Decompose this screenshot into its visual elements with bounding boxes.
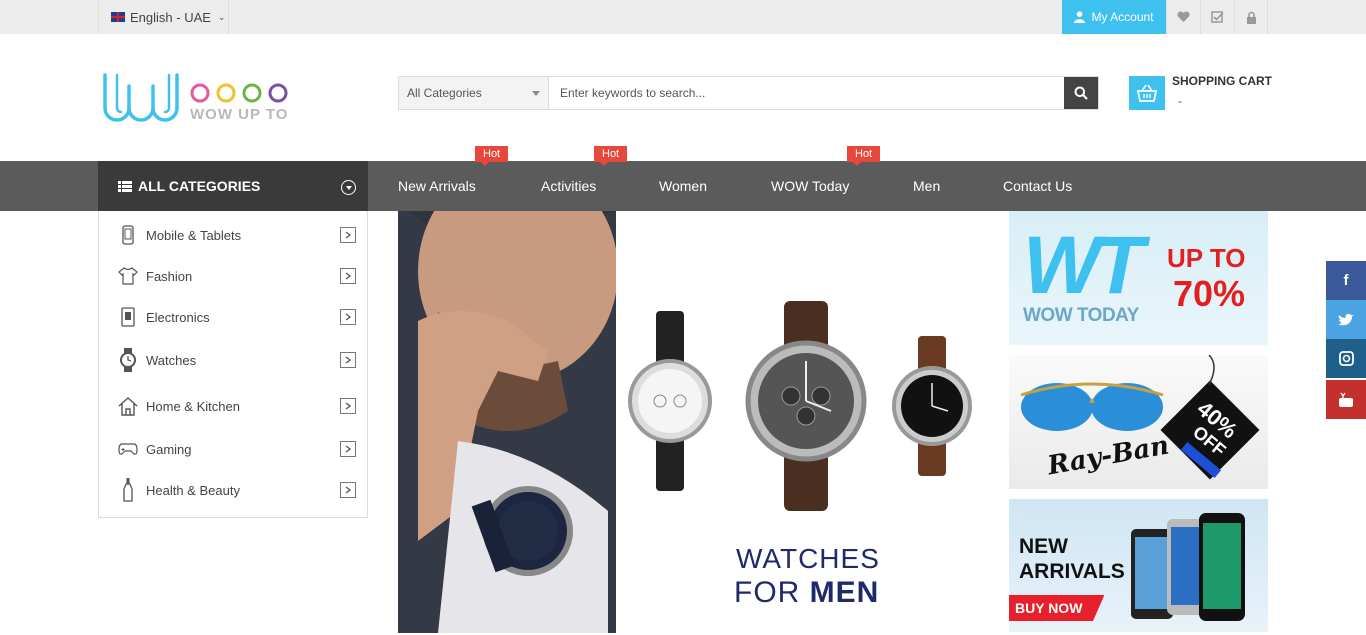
chevron-right-icon[interactable] bbox=[340, 268, 356, 284]
category-item-health-beauty[interactable]: Health & Beauty bbox=[99, 472, 367, 508]
category-item-electronics[interactable]: Electronics bbox=[99, 299, 367, 335]
checklist-icon bbox=[1211, 11, 1224, 23]
hero-title-for: FOR bbox=[734, 576, 810, 609]
language-label: English - UAE bbox=[130, 9, 211, 25]
hot-badge: Hot bbox=[475, 146, 509, 166]
twitter-button[interactable] bbox=[1326, 300, 1366, 339]
chevron-right-icon[interactable] bbox=[340, 441, 356, 457]
nav-new-arrivals[interactable]: New Arrivals bbox=[398, 161, 476, 211]
promo-wow-today[interactable]: WT WOW TODAY UP TO 70% bbox=[1009, 211, 1268, 345]
chevron-down-icon: ⌄ bbox=[217, 11, 226, 22]
chevron-right-icon[interactable] bbox=[340, 309, 356, 325]
chevron-right-icon[interactable] bbox=[340, 482, 356, 498]
cart-button[interactable] bbox=[1129, 76, 1165, 110]
facebook-button[interactable]: f bbox=[1326, 261, 1366, 300]
shirt-icon bbox=[118, 265, 138, 287]
buy-now-badge[interactable]: BUY NOW bbox=[1009, 595, 1105, 621]
category-item-gaming[interactable]: Gaming bbox=[99, 431, 367, 467]
user-icon bbox=[1074, 11, 1086, 23]
all-categories-button[interactable]: ALL CATEGORIES bbox=[98, 161, 368, 214]
up-to-text: UP TO bbox=[1167, 243, 1246, 273]
category-label: Electronics bbox=[146, 309, 210, 325]
cart-summary: - bbox=[1178, 94, 1182, 108]
my-account-label: My Account bbox=[1091, 10, 1154, 24]
category-label: Gaming bbox=[146, 441, 192, 457]
search-category-value: All Categories bbox=[407, 86, 482, 100]
gamepad-icon bbox=[118, 438, 138, 460]
category-item-fashion[interactable]: Fashion bbox=[99, 258, 367, 294]
nav-men[interactable]: Men bbox=[913, 161, 940, 211]
search-input[interactable] bbox=[549, 77, 1064, 109]
instagram-icon bbox=[1338, 351, 1354, 366]
wt-logo: WT bbox=[1023, 220, 1145, 311]
hot-badge: Hot bbox=[594, 146, 628, 166]
watch-icon bbox=[118, 348, 138, 372]
man-with-watch-image bbox=[398, 211, 616, 633]
chevron-right-icon[interactable] bbox=[340, 227, 356, 243]
percent-70-text: 70% bbox=[1173, 273, 1246, 314]
cart-title[interactable]: SHOPPING CART bbox=[1172, 74, 1272, 88]
wow-today-text: WOW TODAY bbox=[1023, 305, 1139, 326]
home-icon bbox=[118, 395, 138, 417]
category-label: Home & Kitchen bbox=[146, 398, 240, 414]
search-button[interactable] bbox=[1064, 77, 1098, 109]
checkout-button[interactable] bbox=[1200, 0, 1234, 34]
circle-chevron-down-icon bbox=[341, 180, 356, 195]
nav-women[interactable]: Women bbox=[659, 161, 707, 211]
all-categories-label: ALL CATEGORIES bbox=[138, 178, 261, 194]
my-account-button[interactable]: My Account bbox=[1062, 0, 1166, 34]
search-category-select[interactable]: All Categories bbox=[399, 77, 549, 109]
login-button[interactable] bbox=[1234, 0, 1268, 34]
device-icon bbox=[118, 306, 138, 328]
category-item-home-kitchen[interactable]: Home & Kitchen bbox=[99, 388, 367, 424]
category-label: Fashion bbox=[146, 268, 193, 284]
wishlist-button[interactable] bbox=[1166, 0, 1200, 34]
instagram-button[interactable] bbox=[1326, 339, 1366, 378]
twitter-icon bbox=[1338, 313, 1354, 326]
uk-flag-icon bbox=[111, 12, 125, 22]
heart-icon bbox=[1177, 11, 1190, 22]
basket-icon bbox=[1137, 84, 1157, 102]
category-item-mobile-tablets[interactable]: Mobile & Tablets bbox=[99, 217, 367, 253]
logo-text: WOW UP TO bbox=[190, 106, 289, 123]
facebook-icon: f bbox=[1343, 272, 1349, 289]
hero-title-line2: FOR MEN bbox=[734, 576, 879, 610]
hero-title-line1: WATCHES bbox=[736, 543, 880, 574]
arrivals-text: ARRIVALS bbox=[1019, 560, 1125, 583]
youtube-icon bbox=[1339, 392, 1353, 407]
nav-contact-us[interactable]: Contact Us bbox=[1003, 161, 1072, 211]
caret-down-icon bbox=[532, 90, 540, 96]
promo-rayban[interactable]: Ray-Ban 40% OFF bbox=[1009, 355, 1268, 489]
chevron-right-icon[interactable] bbox=[340, 398, 356, 414]
category-label: Mobile & Tablets bbox=[146, 227, 242, 243]
youtube-button[interactable] bbox=[1326, 380, 1366, 419]
category-item-watches[interactable]: Watches bbox=[99, 342, 367, 378]
hero-title-men: MEN bbox=[809, 576, 880, 609]
nav-activities[interactable]: Activities bbox=[541, 161, 596, 211]
list-icon bbox=[118, 180, 132, 192]
new-text: NEW bbox=[1019, 535, 1068, 558]
search-bar: All Categories bbox=[398, 76, 1099, 110]
category-label: Health & Beauty bbox=[146, 482, 240, 498]
language-selector[interactable]: English - UAE ⌄ bbox=[98, 0, 229, 34]
nav-wow-today[interactable]: WOW Today bbox=[771, 161, 849, 211]
category-label: Watches bbox=[146, 352, 197, 368]
site-logo[interactable]: WOW UP TO bbox=[102, 72, 294, 130]
lock-icon bbox=[1246, 11, 1256, 24]
hero-man-image[interactable] bbox=[398, 211, 616, 633]
chevron-right-icon[interactable] bbox=[340, 352, 356, 368]
watches-image bbox=[628, 301, 972, 511]
mobile-icon bbox=[118, 224, 138, 246]
category-list: Mobile & Tablets Fashion Electronics Wat… bbox=[98, 211, 368, 518]
promo-new-arrivals[interactable]: NEW ARRIVALS BUY NOW bbox=[1009, 499, 1268, 632]
bottle-icon bbox=[118, 478, 138, 502]
search-icon bbox=[1074, 86, 1088, 100]
hot-badge: Hot bbox=[847, 146, 881, 166]
